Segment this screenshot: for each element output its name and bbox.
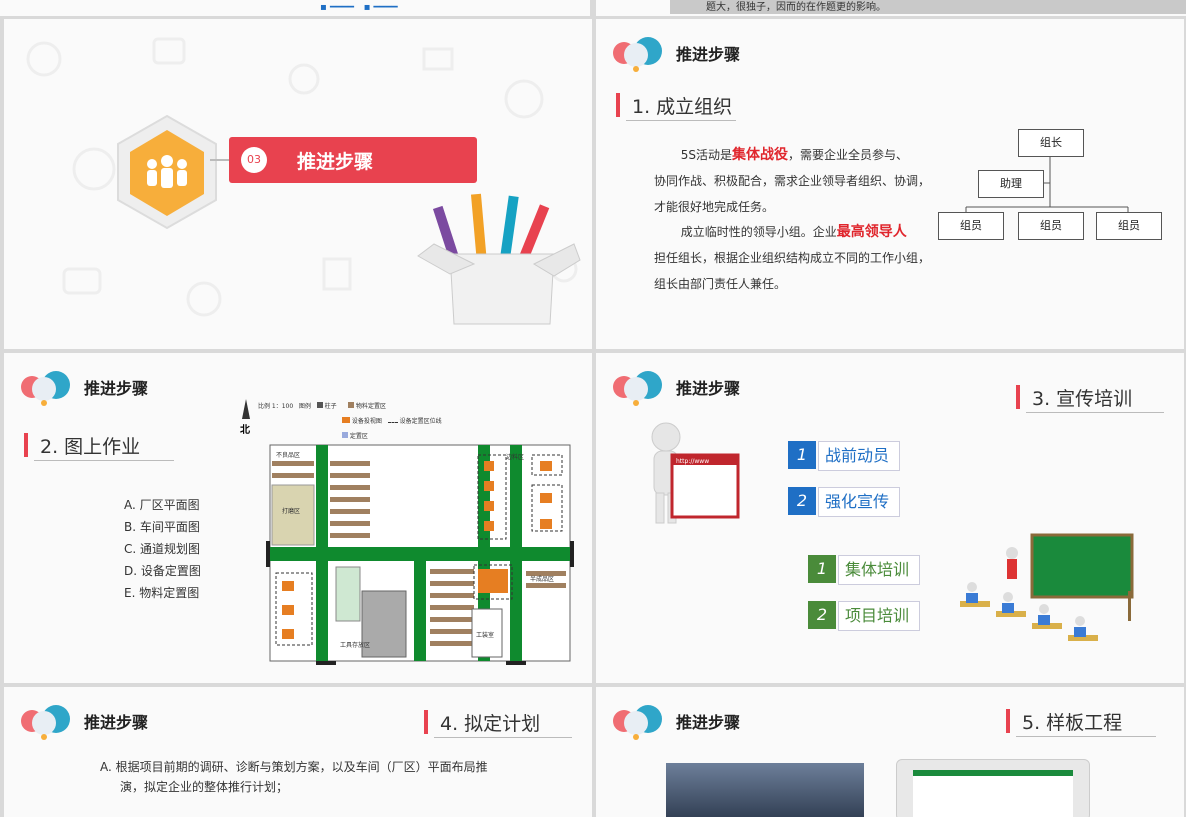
cover-title: 推进步骤 [297, 151, 374, 173]
header-title: 推进步骤 [84, 379, 149, 398]
org-member-3: 组员 [1096, 212, 1162, 240]
model-photo-frame [896, 759, 1090, 817]
slide-organization[interactable]: 推进步骤 1. 成立组织 5S活动是集体战役，需要企业全员参与、 协同作战、积极… [596, 19, 1184, 349]
logo-icon [613, 705, 662, 740]
classroom-illustration [960, 533, 1134, 641]
paragraph-1: 5S活动是集体战役，需要企业全员参与、 协同作战、积极配合，需求企业领导者组织、… [654, 147, 931, 214]
hexagon-icon [117, 114, 217, 230]
list-item: A. 厂区平面图 [124, 498, 200, 512]
org-member-2: 组员 [1018, 212, 1084, 240]
header-title: 推进步骤 [676, 45, 741, 64]
logo-icon [21, 371, 70, 406]
prev-slide-left: ▪ ━━━━ ▪ ━━━━ [0, 0, 590, 16]
slide-training[interactable]: 推进步骤 3. 宣传培训 http://www 1 战前动员 2 强化宣传 1 … [596, 353, 1184, 683]
cover-title-banner: 03 推进步骤 [229, 137, 477, 183]
header-title: 推进步骤 [676, 379, 741, 398]
area-label-print: 打磨区 [282, 507, 300, 515]
area-label-finished: 半成品区 [530, 575, 554, 583]
plan-item-a: A. 根据项目前期的调研、诊断与策划方案，以及车间（厂区）平面布局推 演，拟定企… [100, 760, 488, 794]
section-title: 3. 宣传培训 [1016, 383, 1164, 413]
list-item: C. 通道规划图 [124, 542, 201, 556]
section-title: 1. 成立组织 [616, 91, 736, 121]
workshop-photo [666, 763, 864, 817]
slide-plan[interactable]: 推进步骤 4. 拟定计划 A. 根据项目前期的调研、诊断与策划方案，以及车间（厂… [4, 687, 592, 817]
prev-slide-text: 题大，很独子，因而的在作题更的影响。 [706, 2, 886, 13]
presenter-illustration: http://www [651, 422, 740, 524]
org-assistant: 助理 [978, 170, 1044, 198]
area-label-office: 工装室 [476, 631, 494, 639]
paragraph-2: 成立临时性的领导小组。企业最高领导人 担任组长，根据企业组织结构成立不同的工作小… [654, 224, 931, 291]
north-label: 北 [240, 425, 250, 436]
map-items-list: A. 厂区平面图 B. 车间平面图 C. 通道规划图 D. 设备定置图 E. 物… [124, 494, 201, 604]
area-label-bad: 不良品区 [276, 451, 300, 459]
section-title: 5. 样板工程 [1006, 707, 1156, 737]
logo-icon [21, 705, 70, 740]
section-title: 4. 拟定计划 [424, 708, 572, 738]
header-title: 推进步骤 [676, 713, 741, 732]
org-member-1: 组员 [938, 212, 1004, 240]
header-title: 推进步骤 [84, 713, 149, 732]
cover-number-badge: 03 [241, 147, 267, 173]
floor-plan-diagram: 不良品区 打磨区 边料区 半成品区 工装室 工具存放区 [266, 444, 574, 665]
list-item: E. 物料定置图 [124, 586, 200, 600]
board-url: http://www [676, 458, 709, 465]
prev-slide-links: ▪ ━━━━ ▪ ━━━━ [320, 2, 398, 13]
pencil-box-illustration [417, 193, 581, 325]
area-label-tool: 工具存放区 [340, 641, 370, 649]
slide-floor-plan[interactable]: 推进步骤 2. 图上作业 A. 厂区平面图 B. 车间平面图 C. 通道规划图 … [4, 353, 592, 683]
list-item: B. 车间平面图 [124, 520, 200, 534]
logo-icon [613, 371, 662, 406]
map-legend: 比例 1：100 图例 柱子 物料定置区 设备投视图 设备定置区位线 定置区 [258, 402, 442, 440]
list-item: D. 设备定置图 [124, 564, 201, 578]
section-title: 2. 图上作业 [24, 431, 174, 461]
slide-cover[interactable]: 03 推进步骤 [4, 19, 592, 349]
org-leader: 组长 [1018, 129, 1084, 157]
slide-model-project[interactable]: 推进步骤 5. 样板工程 [596, 687, 1184, 817]
prev-slide-right: 题大，很独子，因而的在作题更的影响。 [596, 0, 1186, 16]
area-label-waste: 边料区 [506, 453, 524, 461]
north-arrow-icon [242, 399, 250, 419]
logo-icon [613, 37, 662, 72]
